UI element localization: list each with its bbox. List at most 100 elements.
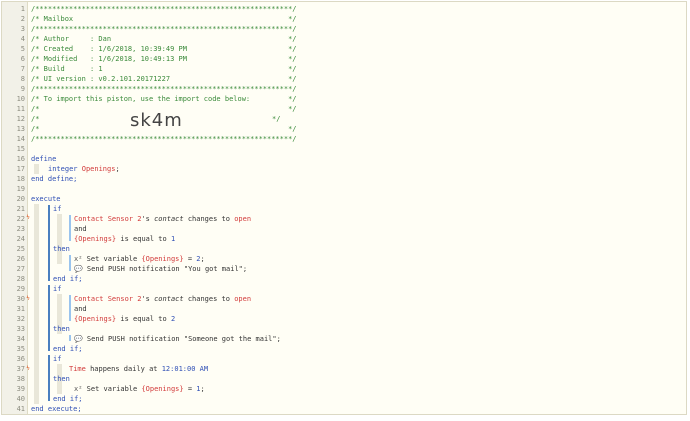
line-number: 36 (16, 355, 25, 363)
line-number: 33 (16, 325, 25, 333)
if-keyword[interactable]: if (53, 204, 61, 214)
line-number: 4 (20, 35, 25, 43)
variable-ref: {Openings} (74, 315, 117, 323)
comment-line: */ (272, 115, 281, 123)
line-number: 3 (20, 25, 25, 33)
line-number: 2 (20, 15, 25, 23)
line-number: 34 (16, 335, 25, 343)
message-string: "You got mail" (183, 265, 243, 273)
variable-declaration[interactable]: integer Openings; (48, 164, 120, 174)
message-string: "Someone got the mail" (183, 335, 277, 343)
line-number: 37 (16, 365, 25, 373)
line-number: 9 (20, 85, 25, 93)
indent-guide (57, 214, 62, 264)
line-number: 25 (16, 245, 25, 253)
line-number: 7 (20, 65, 25, 73)
line-number: 14 (16, 135, 25, 143)
variable-ref: {Openings} (141, 255, 184, 263)
condition-bracket (69, 215, 71, 241)
line-number: 15 (16, 145, 25, 153)
and-operator[interactable]: and (74, 304, 87, 314)
line-number: 16 (16, 155, 25, 163)
line-number: 20 (16, 195, 25, 203)
number-value: 1 (170, 235, 176, 243)
line-number: 18 (16, 175, 25, 183)
end-if-keyword: end if; (53, 395, 83, 403)
end-define-keyword: end define; (31, 175, 78, 183)
line-number: 22 (16, 215, 25, 223)
line-number: 27 (16, 265, 25, 273)
value-open: open (234, 215, 252, 223)
condition-row[interactable]: Time happens daily at 12:01:00 AM (69, 364, 208, 374)
comment-line: /* (31, 115, 40, 123)
action-bracket (69, 255, 71, 271)
trigger-bolt-icon: ϟ (26, 295, 30, 302)
push-notification-action[interactable]: 💬 Send PUSH notification "Someone got th… (74, 334, 281, 344)
line-number: 38 (16, 375, 25, 383)
line-number: 31 (16, 305, 25, 313)
time-keyword: Time (69, 365, 86, 373)
comment-line: /***************************************… (31, 85, 297, 93)
define-keyword[interactable]: define (31, 154, 56, 164)
action-bracket (69, 335, 71, 341)
line-number: 40 (16, 395, 25, 403)
if-keyword[interactable]: if (53, 284, 61, 294)
variable-ref: {Openings} (141, 385, 184, 393)
trigger-bolt-icon: ϟ (26, 365, 30, 372)
line-number: 17 (16, 165, 25, 173)
comment-line: /* Created : 1/6/2018, 10:39:49 PM */ (31, 45, 297, 53)
line-number: 13 (16, 125, 25, 133)
comment-line: /* UI version : v0.2.101.20171227 */ (31, 75, 297, 83)
condition-row[interactable]: Contact Sensor 2's contact changes to op… (74, 294, 251, 304)
line-number: 19 (16, 185, 25, 193)
condition-row[interactable]: Contact Sensor 2's contact changes to op… (74, 214, 251, 224)
set-variable-action[interactable]: x² Set variable {Openings} = 1; (74, 384, 205, 394)
line-number: 26 (16, 255, 25, 263)
comment-line: /***************************************… (31, 135, 297, 143)
variable-ref: {Openings} (74, 235, 117, 243)
line-number: 21 (16, 205, 25, 213)
execute-keyword[interactable]: execute (31, 194, 61, 204)
semicolon: ; (115, 165, 120, 173)
line-number: 24 (16, 235, 25, 243)
comment-line: /***************************************… (31, 5, 297, 13)
trigger-bolt-icon: ϟ (26, 214, 30, 221)
message-icon: 💬 (74, 265, 83, 273)
end-if-keyword: end if; (53, 275, 83, 283)
then-keyword: then (53, 325, 70, 333)
then-keyword: then (53, 375, 70, 383)
line-number: 6 (20, 55, 25, 63)
line-number: 29 (16, 285, 25, 293)
if-keyword[interactable]: if (53, 354, 61, 364)
line-number: 39 (16, 385, 25, 393)
and-operator[interactable]: and (74, 224, 87, 234)
code-editor[interactable]: ϟ ϟ ϟ /*********************************… (1, 1, 687, 415)
push-notification-action[interactable]: 💬 Send PUSH notification "You got mail"; (74, 264, 247, 274)
set-variable-action[interactable]: x² Set variable {Openings} = 2; (74, 254, 205, 264)
comment-line: /* Author : Dan */ (31, 35, 297, 43)
if-block-bracket (48, 285, 50, 351)
if-block-bracket (48, 205, 50, 281)
end-if-keyword: end if; (53, 345, 83, 353)
line-number: 1 (20, 5, 25, 13)
if-block-bracket (48, 355, 50, 401)
line-number: 8 (20, 75, 25, 83)
condition-row[interactable]: {Openings} is equal to 1 (74, 234, 175, 244)
comment-line: /* */ (31, 125, 297, 133)
comment-line: /* To import this piston, use the import… (31, 95, 297, 103)
comment-line: /* Mailbox */ (31, 15, 297, 23)
device-name: Contact Sensor 2 (74, 295, 142, 303)
line-number: 10 (16, 95, 25, 103)
line-number: 23 (16, 225, 25, 233)
comment-line: /* Build : 1 */ (31, 65, 297, 73)
line-number: 5 (20, 45, 25, 53)
variable-name: Openings (81, 165, 116, 173)
comment-line: /***************************************… (31, 25, 297, 33)
condition-row[interactable]: {Openings} is equal to 2 (74, 314, 175, 324)
line-number: 28 (16, 275, 25, 283)
line-number: 35 (16, 345, 25, 353)
time-value: 12:01:00 AM (161, 365, 209, 373)
number-value: 2 (170, 315, 176, 323)
type-keyword: integer (48, 165, 78, 173)
line-number: 11 (16, 105, 25, 113)
